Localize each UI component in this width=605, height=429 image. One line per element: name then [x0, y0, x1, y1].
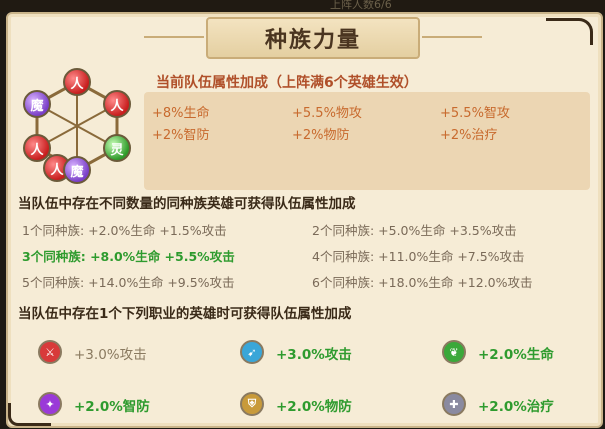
title-banner: 种族力量 — [144, 17, 482, 59]
job-bonus-warrior: +3.0%攻击 — [74, 347, 147, 363]
cross-icon: ✚ — [442, 392, 466, 416]
race-tier-4: 4个同种族: +11.0%生命 +7.5%攻击 — [312, 249, 525, 264]
race-tier-3: 3个同种族: +8.0%生命 +5.5%攻击 — [22, 249, 235, 264]
bottom-ornament — [8, 403, 51, 426]
bonus-value: +5.5%智攻 — [440, 106, 510, 121]
top-strip-text: 上阵人数6/6 — [330, 0, 392, 11]
race-tier-5: 5个同种族: +14.0%生命 +9.5%攻击 — [22, 275, 235, 290]
bonus-value: +2%物防 — [292, 128, 350, 143]
race-orb: 人 — [103, 90, 131, 118]
sword-icon: ⚔ — [38, 340, 62, 364]
race-tier-1: 1个同种族: +2.0%生命 +1.5%攻击 — [22, 223, 227, 238]
race-orb: 魔 — [23, 90, 51, 118]
job-bonus-archer: +3.0%攻击 — [276, 347, 352, 363]
bonus-value: +5.5%物攻 — [292, 106, 362, 121]
job-bonus-healer: +2.0%治疗 — [478, 399, 554, 415]
race-tier-6: 6个同种族: +18.0%生命 +12.0%攻击 — [312, 275, 533, 290]
race-orb: 人 — [63, 68, 91, 96]
current-bonus-heading: 当前队伍属性加成（上阵满6个英雄生效） — [156, 75, 418, 91]
bow-icon: ➹ — [240, 340, 264, 364]
job-bonus-mage: +2.0%智防 — [74, 399, 150, 415]
race-orb: 魔 — [63, 156, 91, 184]
bonus-value: +2%治疗 — [440, 128, 498, 143]
race-emblem: 人 人 魔 人 人 魔 灵 — [18, 66, 136, 184]
panel-title: 种族力量 — [264, 28, 361, 53]
bonus-value: +8%生命 — [152, 106, 210, 121]
job-bonus-tank: +2.0%物防 — [276, 399, 352, 415]
race-power-panel: 种族力量 人 人 魔 人 人 魔 灵 当前队伍属性加成（上阵满6个英雄生效） +… — [6, 12, 603, 428]
job-section-title: 当队伍中存在1个下列职业的英雄时可获得队伍属性加成 — [18, 306, 352, 322]
shield-icon: ⛨ — [240, 392, 264, 416]
race-tier-2: 2个同种族: +5.0%生命 +3.5%攻击 — [312, 223, 517, 238]
bonus-value: +2%智防 — [152, 128, 210, 143]
race-orb: 灵 — [103, 134, 131, 162]
top-strip: 上阵人数6/6 — [0, 0, 605, 12]
current-bonus-box: +8%生命 +5.5%物攻 +5.5%智攻 +2%智防 +2%物防 +2%治疗 — [144, 92, 590, 190]
leaf-icon: ❦ — [442, 340, 466, 364]
race-section-title: 当队伍中存在不同数量的同种族英雄可获得队伍属性加成 — [18, 196, 356, 212]
corner-ornament — [546, 18, 593, 45]
job-bonus-support: +2.0%生命 — [478, 347, 554, 363]
